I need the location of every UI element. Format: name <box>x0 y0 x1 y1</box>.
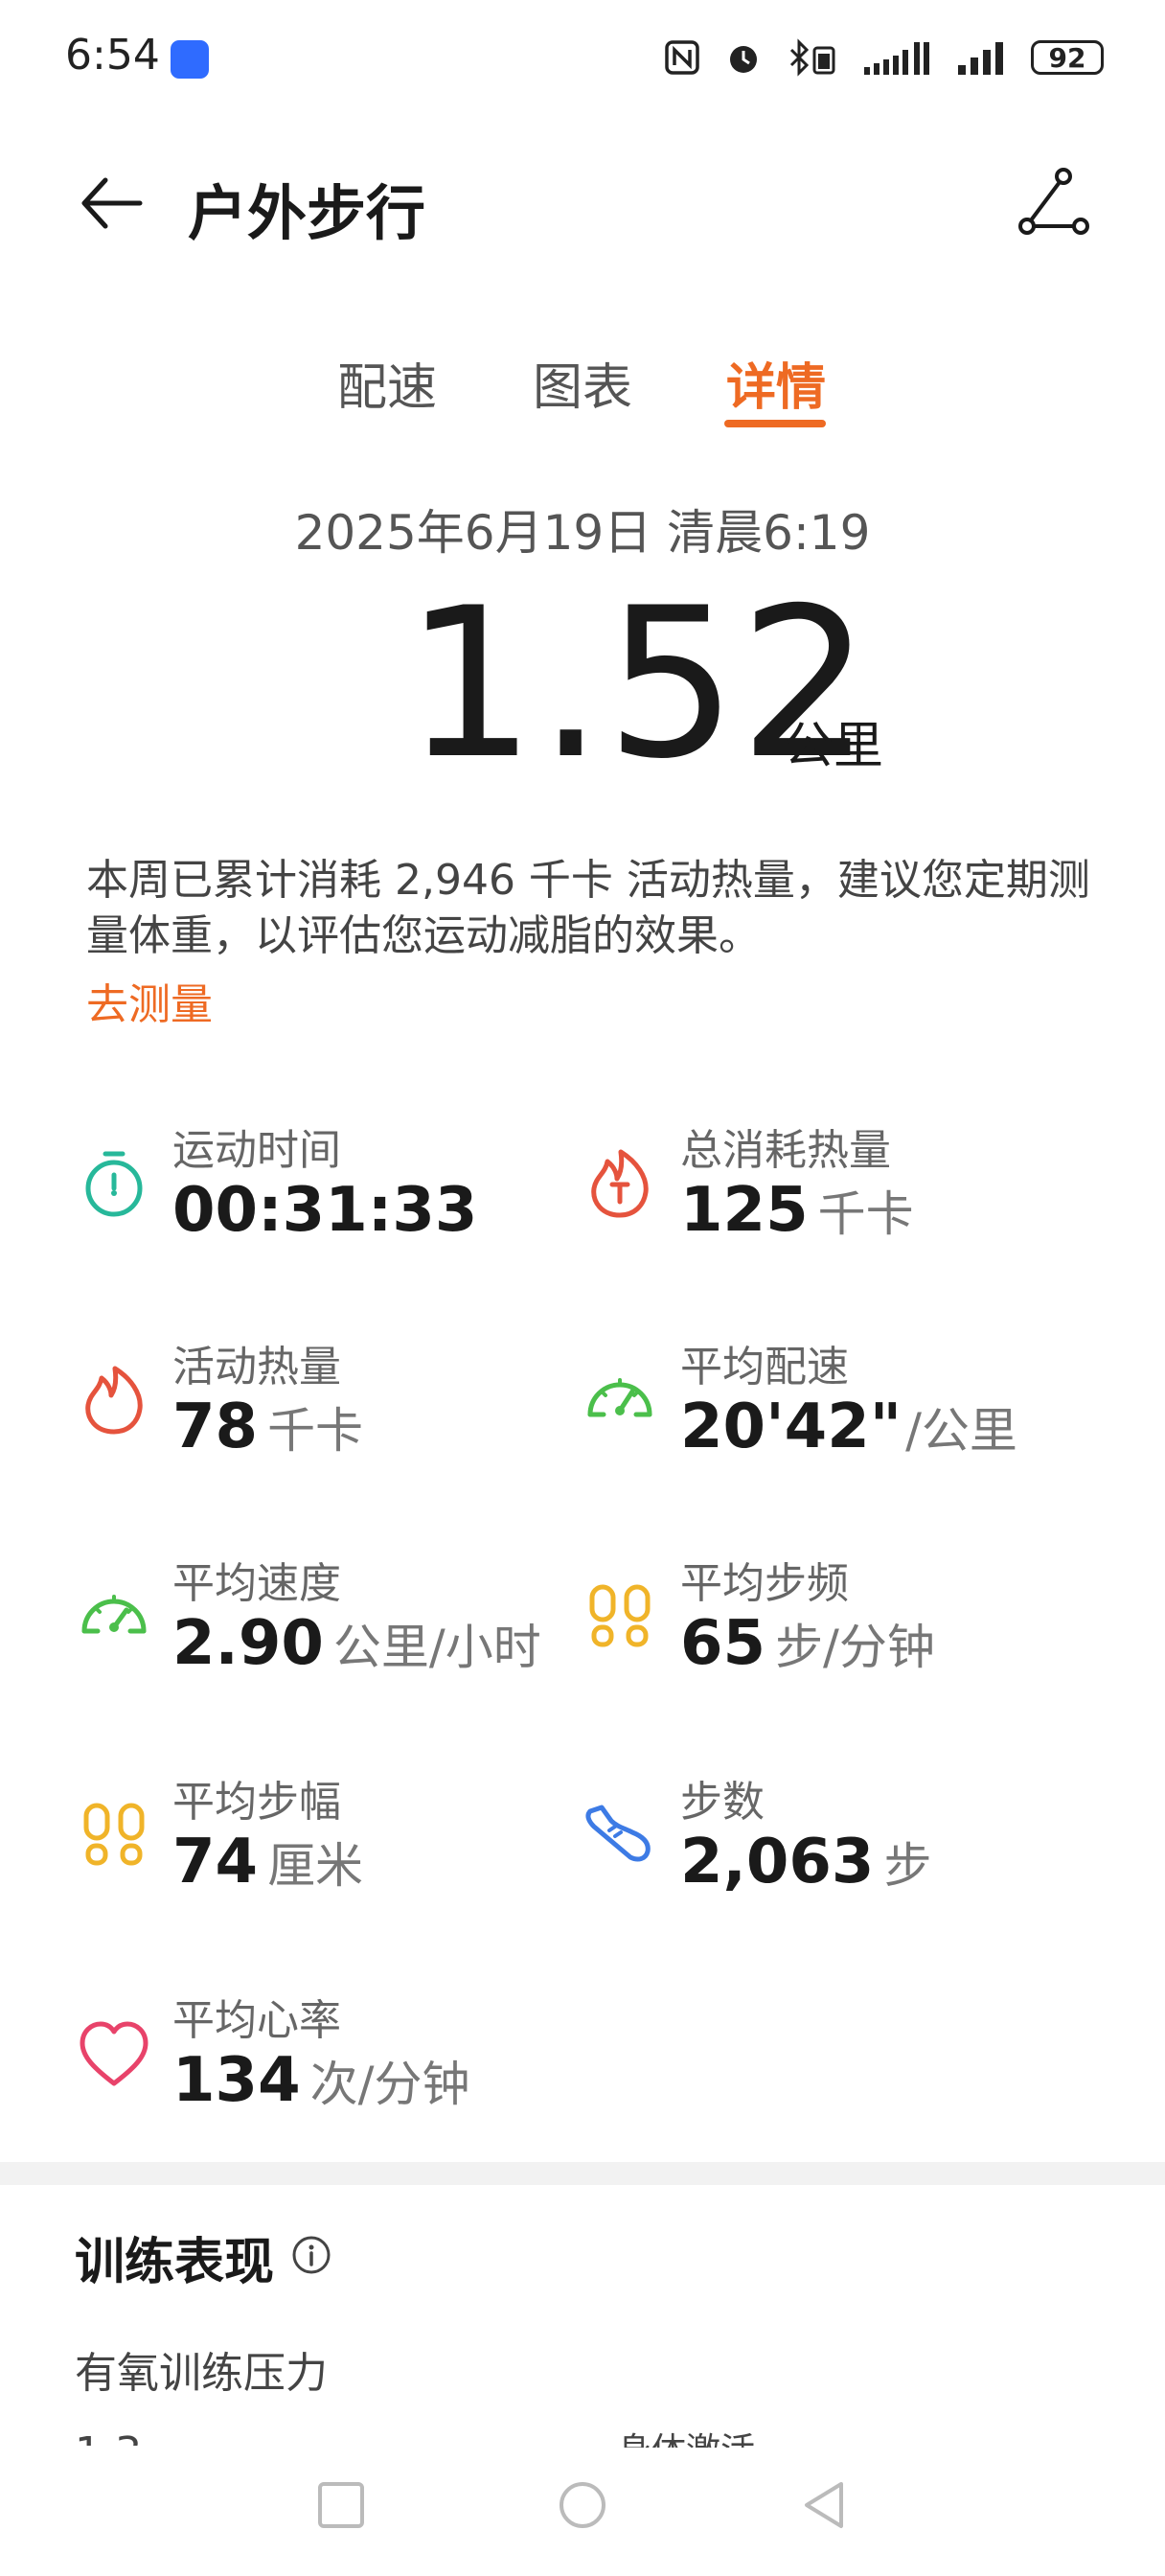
metric-value-avg-stride: 74 厘米 <box>172 1827 364 1898</box>
distance-unit: 公里 <box>784 718 884 775</box>
metric-label-total-calories: 总消耗热量 <box>680 1126 891 1175</box>
metric-value-avg-speed: 2.90 公里/小时 <box>172 1608 541 1679</box>
status-icons: 92 <box>663 34 1104 80</box>
aerobic-load-value: 1.3 <box>75 2428 142 2446</box>
weekly-calorie-tip: 本周已累计消耗 2,946 千卡 活动热量，建议您定期测量体重，以评估您运动减脂… <box>86 856 1090 960</box>
footprints-icon <box>83 1803 145 1866</box>
metric-label-avg-heart-rate: 平均心率 <box>172 1996 341 2045</box>
metric-value-avg-pace: 20'42"/公里 <box>680 1392 1017 1462</box>
metric-label-avg-speed: 平均速度 <box>172 1559 341 1608</box>
footprints-icon <box>589 1584 651 1647</box>
metric-value-total-calories: 125 千卡 <box>680 1175 914 1246</box>
load-level-label: 身体激活 <box>617 2423 755 2448</box>
signal-icon <box>958 42 1003 75</box>
metric-label-avg-cadence: 平均步频 <box>680 1559 849 1608</box>
system-nav-bar <box>0 2450 1165 2576</box>
flame-icon <box>85 1366 143 1435</box>
page-title: 户外步行 <box>188 178 426 248</box>
info-icon[interactable] <box>291 2235 331 2275</box>
metric-value-active-calories: 78 千卡 <box>172 1392 364 1462</box>
aerobic-load-label: 有氧训练压力 <box>75 2349 328 2398</box>
metric-label-avg-pace: 平均配速 <box>680 1343 849 1392</box>
flame-total-icon <box>591 1149 649 1218</box>
nfc-icon <box>665 40 699 75</box>
metric-value-duration: 00:31:33 <box>172 1175 478 1246</box>
metric-value-avg-cadence: 65 步/分钟 <box>680 1608 935 1679</box>
workout-date: 2025年6月19日 清晨6:19 <box>294 505 871 561</box>
speedometer-icon <box>587 1378 652 1417</box>
metric-label-steps: 步数 <box>680 1778 765 1827</box>
measure-weight-link[interactable]: 去测量 <box>86 970 213 1031</box>
tab-details[interactable]: 详情 <box>726 347 826 419</box>
metric-value-avg-heart-rate: 134 次/分钟 <box>172 2045 470 2116</box>
back-arrow-icon[interactable] <box>77 169 146 238</box>
back-button[interactable] <box>797 2478 851 2532</box>
metric-label-avg-stride: 平均步幅 <box>172 1778 341 1827</box>
metric-label-duration: 运动时间 <box>172 1126 341 1175</box>
metric-value-steps: 2,063 步 <box>680 1827 932 1898</box>
alarm-icon <box>730 46 757 73</box>
signal-icon <box>864 42 929 75</box>
tab-chart[interactable]: 图表 <box>533 347 632 419</box>
bluetooth-icon <box>789 38 835 77</box>
recent-apps-button[interactable] <box>314 2478 368 2532</box>
battery-icon: 92 <box>1031 40 1104 75</box>
gauge-icon <box>81 1595 147 1634</box>
stopwatch-icon <box>85 1151 143 1217</box>
shoe-icon <box>585 1805 651 1862</box>
section-divider <box>0 2162 1165 2185</box>
tab-pace[interactable]: 配速 <box>337 347 437 419</box>
training-performance-title: 训练表现 <box>75 2234 275 2291</box>
voice-recorder-icon <box>171 40 209 79</box>
route-share-icon[interactable] <box>1016 165 1090 240</box>
home-button[interactable] <box>556 2478 609 2532</box>
metric-label-active-calories: 活动热量 <box>172 1343 341 1392</box>
heart-icon <box>80 2021 148 2086</box>
tab-active-indicator <box>724 420 826 427</box>
status-time: 6:54 <box>65 31 160 80</box>
